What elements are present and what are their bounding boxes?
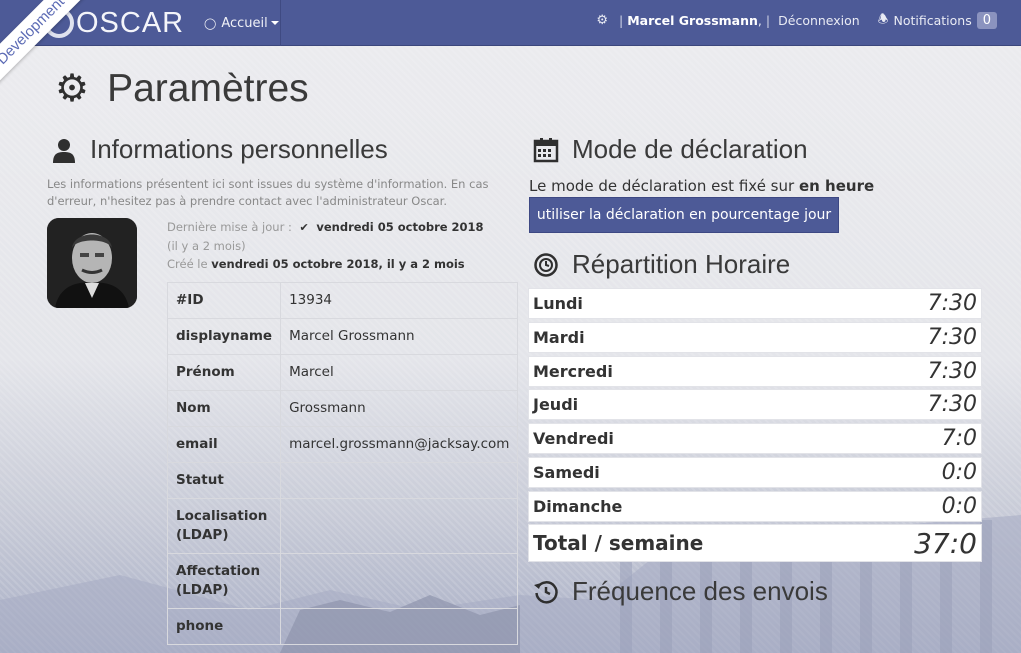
last-update-label: Dernière mise à jour : <box>167 220 292 234</box>
row-value: Grossmann <box>280 390 519 427</box>
row-value: Marcel Grossmann <box>280 318 519 355</box>
brand-name: OSCAR <box>76 6 185 39</box>
day-hours: 7:30 <box>927 392 977 417</box>
day-label: Jeudi <box>533 395 579 414</box>
day-row-mardi: Mardi 7:30 <box>529 323 981 352</box>
nav-accueil-label: Accueil <box>221 15 268 31</box>
personal-info-meta: Dernière mise à jour : ✔ vendredi 05 oct… <box>167 218 497 273</box>
created-label: Créé le <box>167 257 208 271</box>
settings-gear-icon[interactable]: ⚙ <box>596 13 608 28</box>
frequence-title-text: Fréquence des envois <box>572 576 828 606</box>
day-hours: 7:0 <box>941 426 977 451</box>
nav-separator: | <box>765 12 771 28</box>
day-label: Mardi <box>533 328 585 347</box>
row-value <box>280 462 519 499</box>
day-hours: 0:0 <box>941 494 977 519</box>
table-row: Nom Grossmann <box>166 390 519 427</box>
last-update-line: Dernière mise à jour : ✔ vendredi 05 oct… <box>167 218 497 255</box>
day-label: Samedi <box>533 463 600 482</box>
row-value: marcel.grossmann@jacksay.com <box>280 426 519 463</box>
row-key: displayname <box>166 318 282 355</box>
page-title-text: Paramètres <box>107 66 309 110</box>
nav-separator: | <box>618 12 624 28</box>
day-hours: 0:0 <box>941 460 977 485</box>
top-navbar: OSCAR ◯ Accueil ⚙ | Marcel Grossmann , |… <box>0 0 1021 46</box>
personal-info-title-text: Informations personnelles <box>90 134 388 164</box>
frequence-title: Fréquence des envois <box>532 576 828 607</box>
avatar <box>47 218 137 308</box>
created-value: vendredi 05 octobre 2018, il y a 2 mois <box>211 257 465 271</box>
nav-user-name[interactable]: Marcel Grossmann <box>627 13 758 28</box>
mode-declaration-title: Mode de déclaration <box>532 134 808 165</box>
total-label: Total / semaine <box>533 531 704 555</box>
repartition-title-text: Répartition Horaire <box>572 249 791 279</box>
day-row-mercredi: Mercredi 7:30 <box>529 357 981 386</box>
page-title: ⚙ Paramètres <box>55 66 309 111</box>
day-row-jeudi: Jeudi 7:30 <box>529 390 981 419</box>
table-row: Statut <box>166 462 519 499</box>
personal-info-table: #ID 13934 displayname Marcel Grossmann Pré… <box>166 282 519 645</box>
user-icon <box>50 137 78 163</box>
calendar-icon <box>532 137 560 163</box>
table-row: displayname Marcel Grossmann <box>166 318 519 355</box>
table-row: phone <box>166 608 519 645</box>
logout-link[interactable]: Déconnexion <box>778 13 860 28</box>
day-label: Vendredi <box>533 429 614 448</box>
day-row-samedi: Samedi 0:0 <box>529 458 981 487</box>
notifications-count-badge: 0 <box>976 11 997 29</box>
lightbulb-icon: ◯ <box>204 16 217 30</box>
caret-down-icon <box>270 21 279 25</box>
day-row-lundi: Lundi 7:30 <box>529 289 981 318</box>
mode-declaration-text: Le mode de déclaration est fixé sur en h… <box>529 177 874 195</box>
row-value <box>280 498 519 554</box>
row-key: Nom <box>166 390 282 427</box>
bell-icon: 🕭 <box>877 11 889 26</box>
row-value <box>280 553 519 609</box>
row-key: Affectation (LDAP) <box>166 553 282 609</box>
clock-icon <box>532 252 560 278</box>
created-line: Créé le vendredi 05 octobre 2018, il y a… <box>167 255 497 273</box>
last-update-relative: (il y a 2 mois) <box>167 239 246 253</box>
nav-accueil-dropdown[interactable]: ◯ Accueil <box>195 0 281 46</box>
history-icon <box>532 579 560 605</box>
notifications-link[interactable]: Notifications <box>893 13 971 28</box>
table-row: #ID 13934 <box>166 282 519 319</box>
last-update-date: vendredi 05 octobre 2018 <box>316 220 484 234</box>
day-label: Lundi <box>533 294 583 313</box>
table-row: email marcel.grossmann@jacksay.com <box>166 426 519 463</box>
row-key: Prénom <box>166 354 282 391</box>
check-circle-icon: ✔ <box>299 221 309 234</box>
switch-mode-button[interactable]: utiliser la déclaration en pourcentage j… <box>529 197 839 233</box>
mode-text-prefix: Le mode de déclaration est fixé sur <box>529 177 795 195</box>
day-row-dimanche: Dimanche 0:0 <box>529 492 981 521</box>
main-content: ⚙ Paramètres Informations personnelles L… <box>0 46 1021 653</box>
table-row: Affectation (LDAP) <box>166 553 519 609</box>
total-week-row: Total / semaine 37:0 <box>529 525 981 561</box>
personal-info-title: Informations personnelles <box>50 134 388 165</box>
total-hours: 37:0 <box>914 526 977 560</box>
row-key: phone <box>166 608 282 645</box>
gear-icon: ⚙ <box>55 68 90 110</box>
row-key: Statut <box>166 462 282 499</box>
day-hours: 7:30 <box>927 291 977 316</box>
row-value: Marcel <box>280 354 519 391</box>
row-key: Localisation (LDAP) <box>166 498 282 554</box>
mode-text-value: en heure <box>798 177 875 195</box>
nav-user-area: ⚙ | Marcel Grossmann , | Déconnexion 🕭 N… <box>596 0 997 40</box>
day-hours: 7:30 <box>927 325 977 350</box>
row-key: email <box>166 426 282 463</box>
personal-info-notice: Les informations présentent ici sont iss… <box>47 177 489 208</box>
row-value: 13934 <box>280 282 519 319</box>
row-key: #ID <box>166 282 282 319</box>
day-hours: 7:30 <box>927 359 977 384</box>
day-label: Dimanche <box>533 497 623 516</box>
table-row: Localisation (LDAP) <box>166 498 519 554</box>
nav-comma: , <box>757 12 762 28</box>
day-row-vendredi: Vendredi 7:0 <box>529 424 981 453</box>
repartition-title: Répartition Horaire <box>532 249 790 280</box>
table-row: Prénom Marcel <box>166 354 519 391</box>
mode-declaration-title-text: Mode de déclaration <box>572 134 808 164</box>
day-label: Mercredi <box>533 362 613 381</box>
row-value <box>280 608 519 645</box>
